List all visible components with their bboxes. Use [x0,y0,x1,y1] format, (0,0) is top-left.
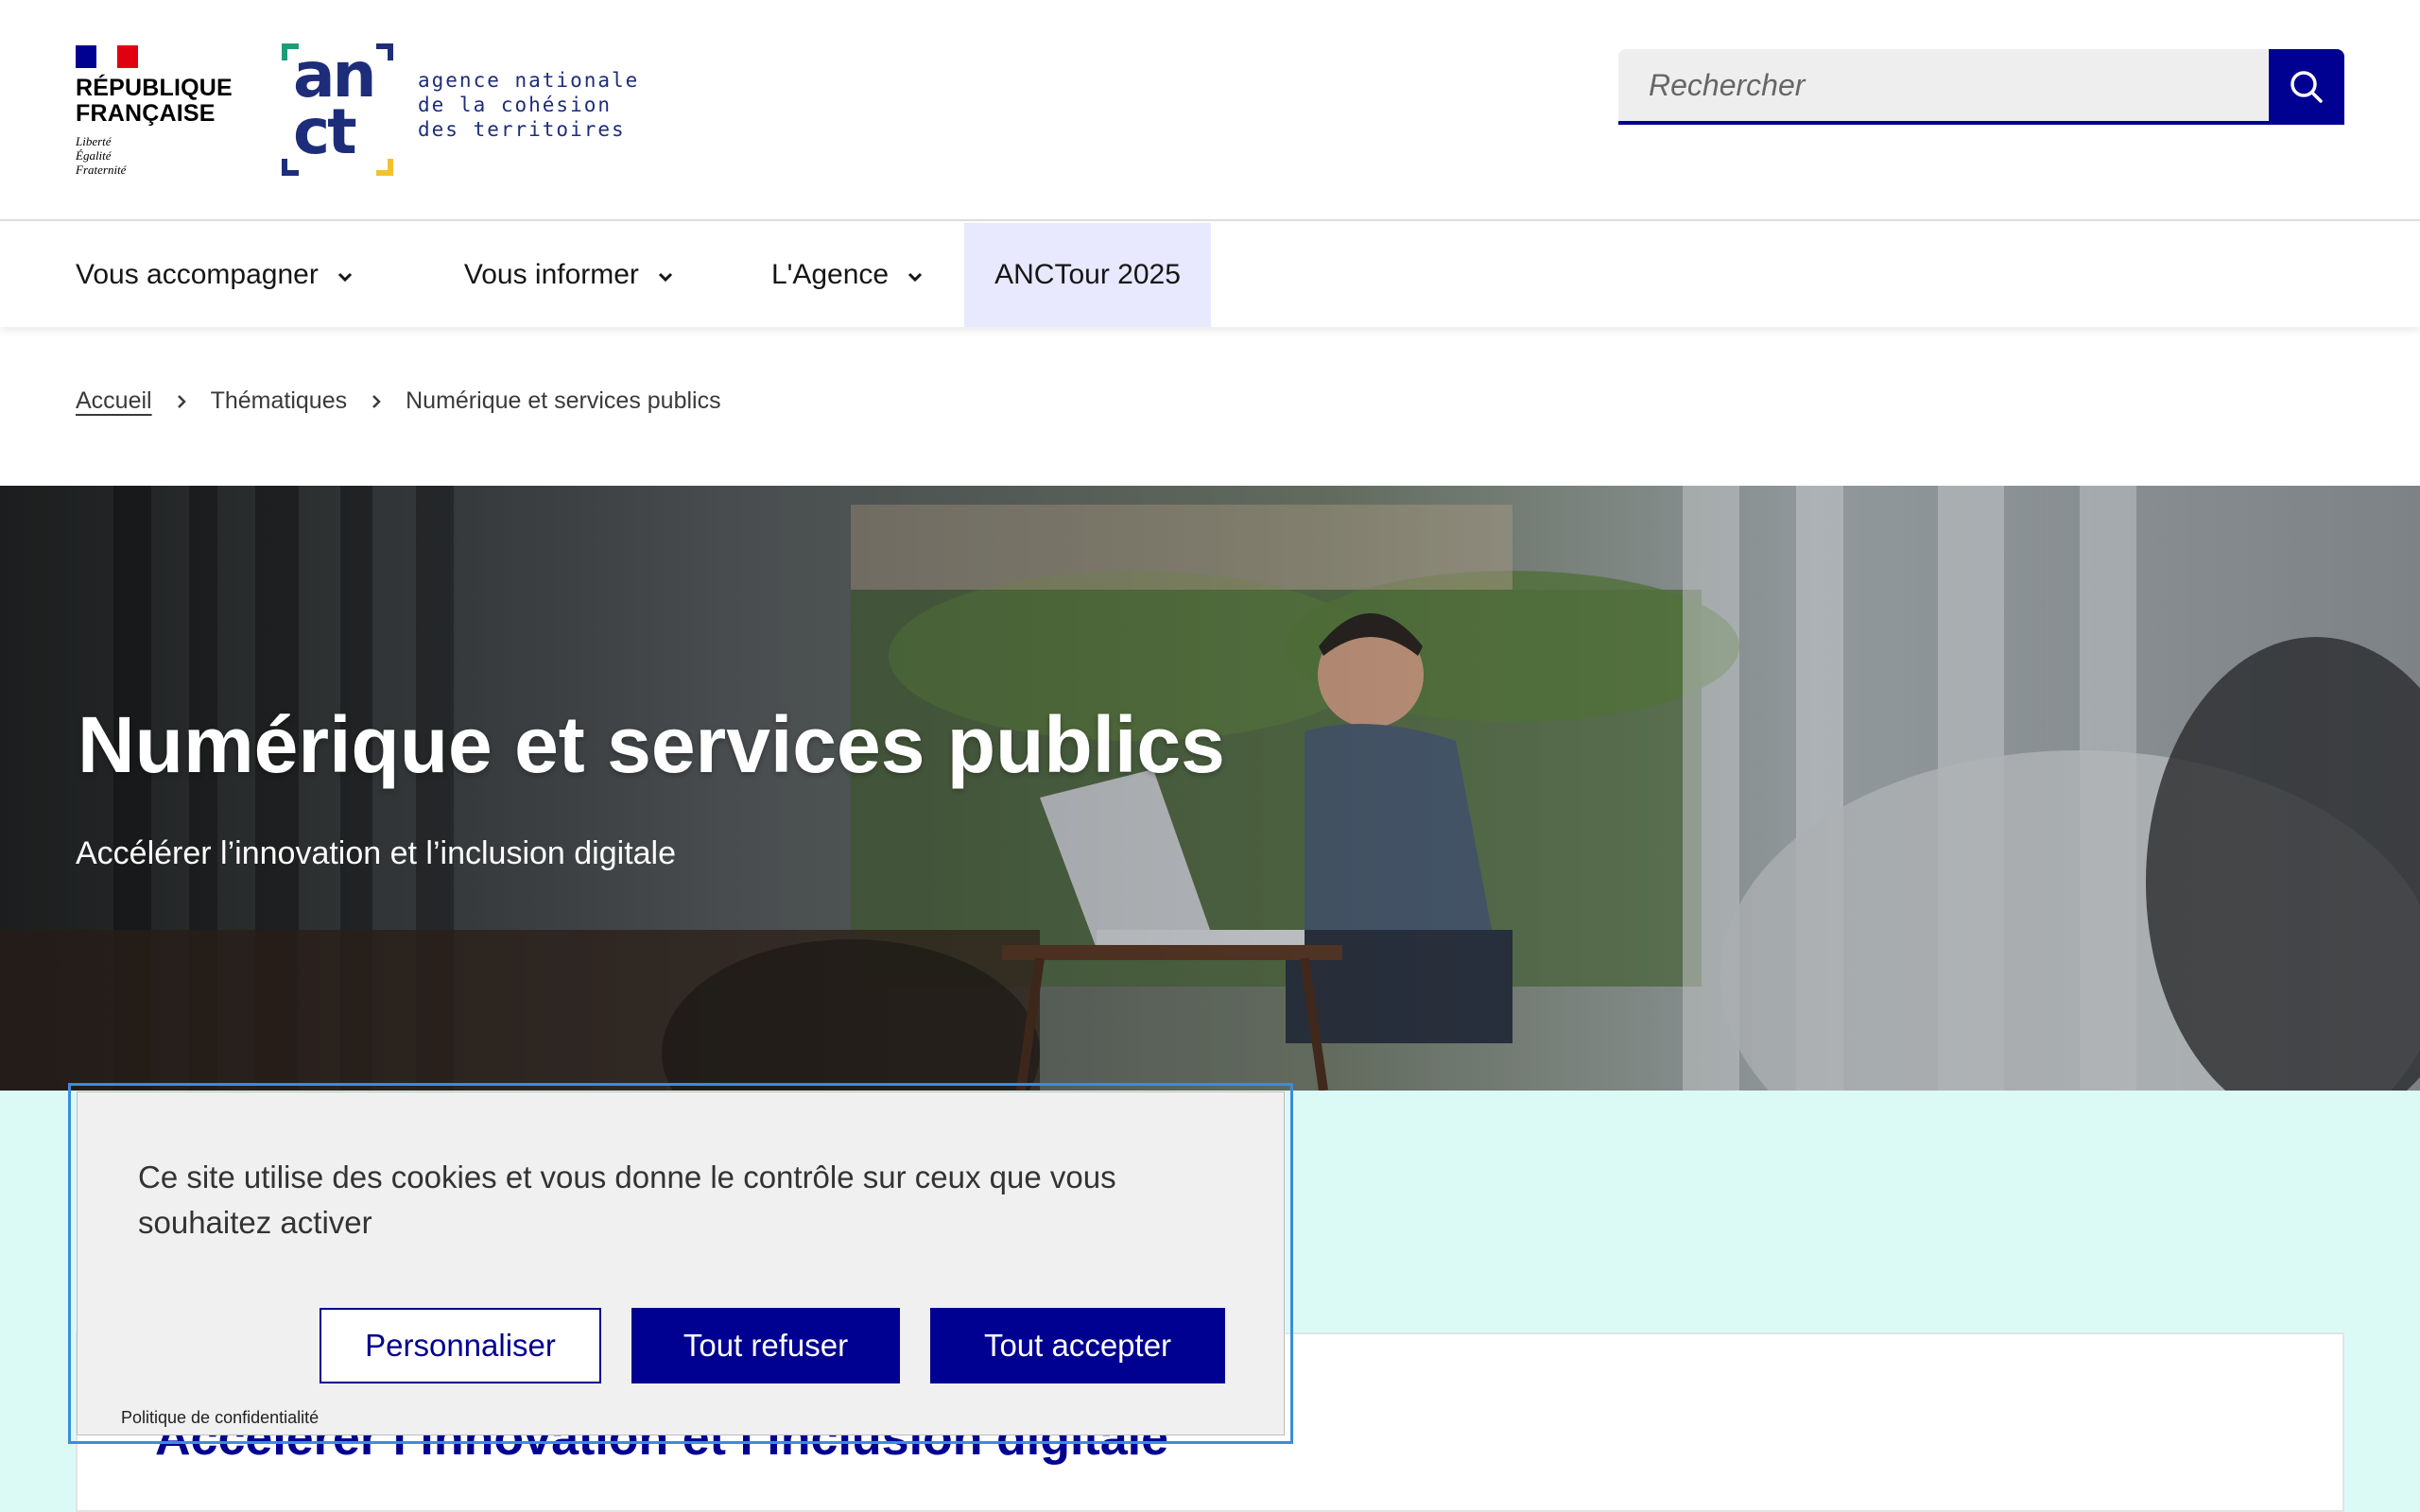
cookie-message: Ce site utilise des cookies et vous donn… [138,1160,1116,1240]
logo-corner [376,43,393,60]
chevron-right-icon [175,392,188,411]
page-subtitle: Accélérer l’innovation et l’inclusion di… [76,835,677,871]
anct-name-line: des territoires [418,118,626,141]
republique-francaise-logo[interactable]: RÉPUBLIQUE FRANÇAISE Liberté Égalité Fra… [76,45,233,177]
anct-name-line: de la cohésion [418,94,613,116]
motto-egalite: Égalité [76,148,112,163]
hero-banner: Numérique et services publics Accélérer … [0,486,2420,1091]
nav-item-l-agence[interactable]: L'Agence [741,223,955,327]
marianne-flag-icon [76,45,138,68]
main-navigation: Vous accompagner Vous informer L'Agence … [0,223,2420,327]
motto-fraternite: Fraternité [76,163,127,177]
chevron-down-icon [906,259,925,291]
logo-corner [376,159,393,176]
search-button[interactable] [2269,49,2344,125]
nav-item-anctour-2025[interactable]: ANCTour 2025 [964,223,1211,327]
anct-agency-name: agence nationale de la cohésion des terr… [418,68,639,142]
nav-item-label: ANCTour 2025 [994,259,1181,290]
cookie-banner: Ce site utilise des cookies et vous donn… [77,1091,1285,1435]
anct-letters-bottom: ct [293,95,357,168]
nav-item-vous-accompagner[interactable]: Vous accompagner [45,223,385,327]
breadcrumb-current: Numérique et services publics [406,387,721,414]
nav-item-label: Vous accompagner [76,259,319,290]
anct-logo-letters: an ct [293,44,377,168]
cookie-actions: Personnaliser Tout refuser Tout accepter [320,1308,1225,1383]
refuse-all-button[interactable]: Tout refuser [631,1308,900,1383]
republic-motto: Liberté Égalité Fraternité [76,134,227,177]
search-bar [1618,49,2344,125]
nav-item-label: L'Agence [770,259,890,290]
search-icon [2290,71,2323,103]
anct-logo[interactable]: an ct [282,43,393,176]
cookie-banner-focus-outline: Ce site utilise des cookies et vous donn… [68,1083,1293,1444]
page-title: Numérique et services publics [78,700,1225,789]
francaise-line: FRANÇAISE [76,100,216,127]
accept-all-button[interactable]: Tout accepter [930,1308,1225,1383]
anct-name-line: agence nationale [418,69,640,92]
chevron-right-icon [370,392,383,411]
breadcrumb-link-thematiques[interactable]: Thématiques [211,387,348,415]
breadcrumb: Accueil Thématiques Numérique et service… [76,387,721,415]
chevron-down-icon [336,259,354,291]
search-input[interactable] [1618,49,2269,125]
breadcrumb-link-accueil[interactable]: Accueil [76,387,152,415]
personalize-button[interactable]: Personnaliser [320,1308,601,1383]
privacy-policy-link[interactable]: Politique de confidentialité [121,1408,319,1428]
motto-liberte: Liberté [76,134,112,148]
nav-item-label: Vous informer [463,259,639,290]
nav-item-vous-informer[interactable]: Vous informer [434,223,705,327]
site-header: RÉPUBLIQUE FRANÇAISE Liberté Égalité Fra… [0,0,2420,221]
republique-line: RÉPUBLIQUE [76,75,233,101]
republique-francaise-name: RÉPUBLIQUE FRANÇAISE [76,75,233,127]
chevron-down-icon [656,259,675,291]
